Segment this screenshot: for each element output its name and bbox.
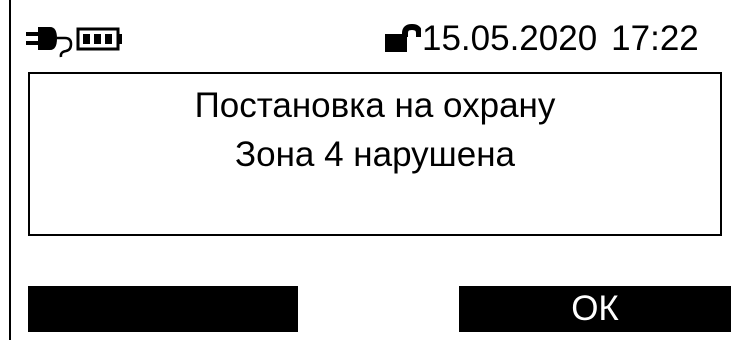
status-bar: 15.05.2020 17:22 [0, 0, 738, 72]
left-softkey[interactable] [28, 286, 298, 332]
plug-battery-icon [26, 27, 122, 58]
date-text: 15.05.2020 [422, 19, 598, 58]
message-box: Постановка на охрану Зона 4 нарушена [28, 72, 722, 236]
message-detail: Зона 4 нарушена [234, 135, 516, 174]
date-time-display: 15.05.2020 17:22 [422, 19, 699, 59]
message-title: Постановка на охрану [194, 86, 556, 125]
lock-icon [385, 24, 421, 52]
time-text: 17:22 [611, 19, 699, 58]
ok-button[interactable]: ОК [459, 286, 731, 332]
